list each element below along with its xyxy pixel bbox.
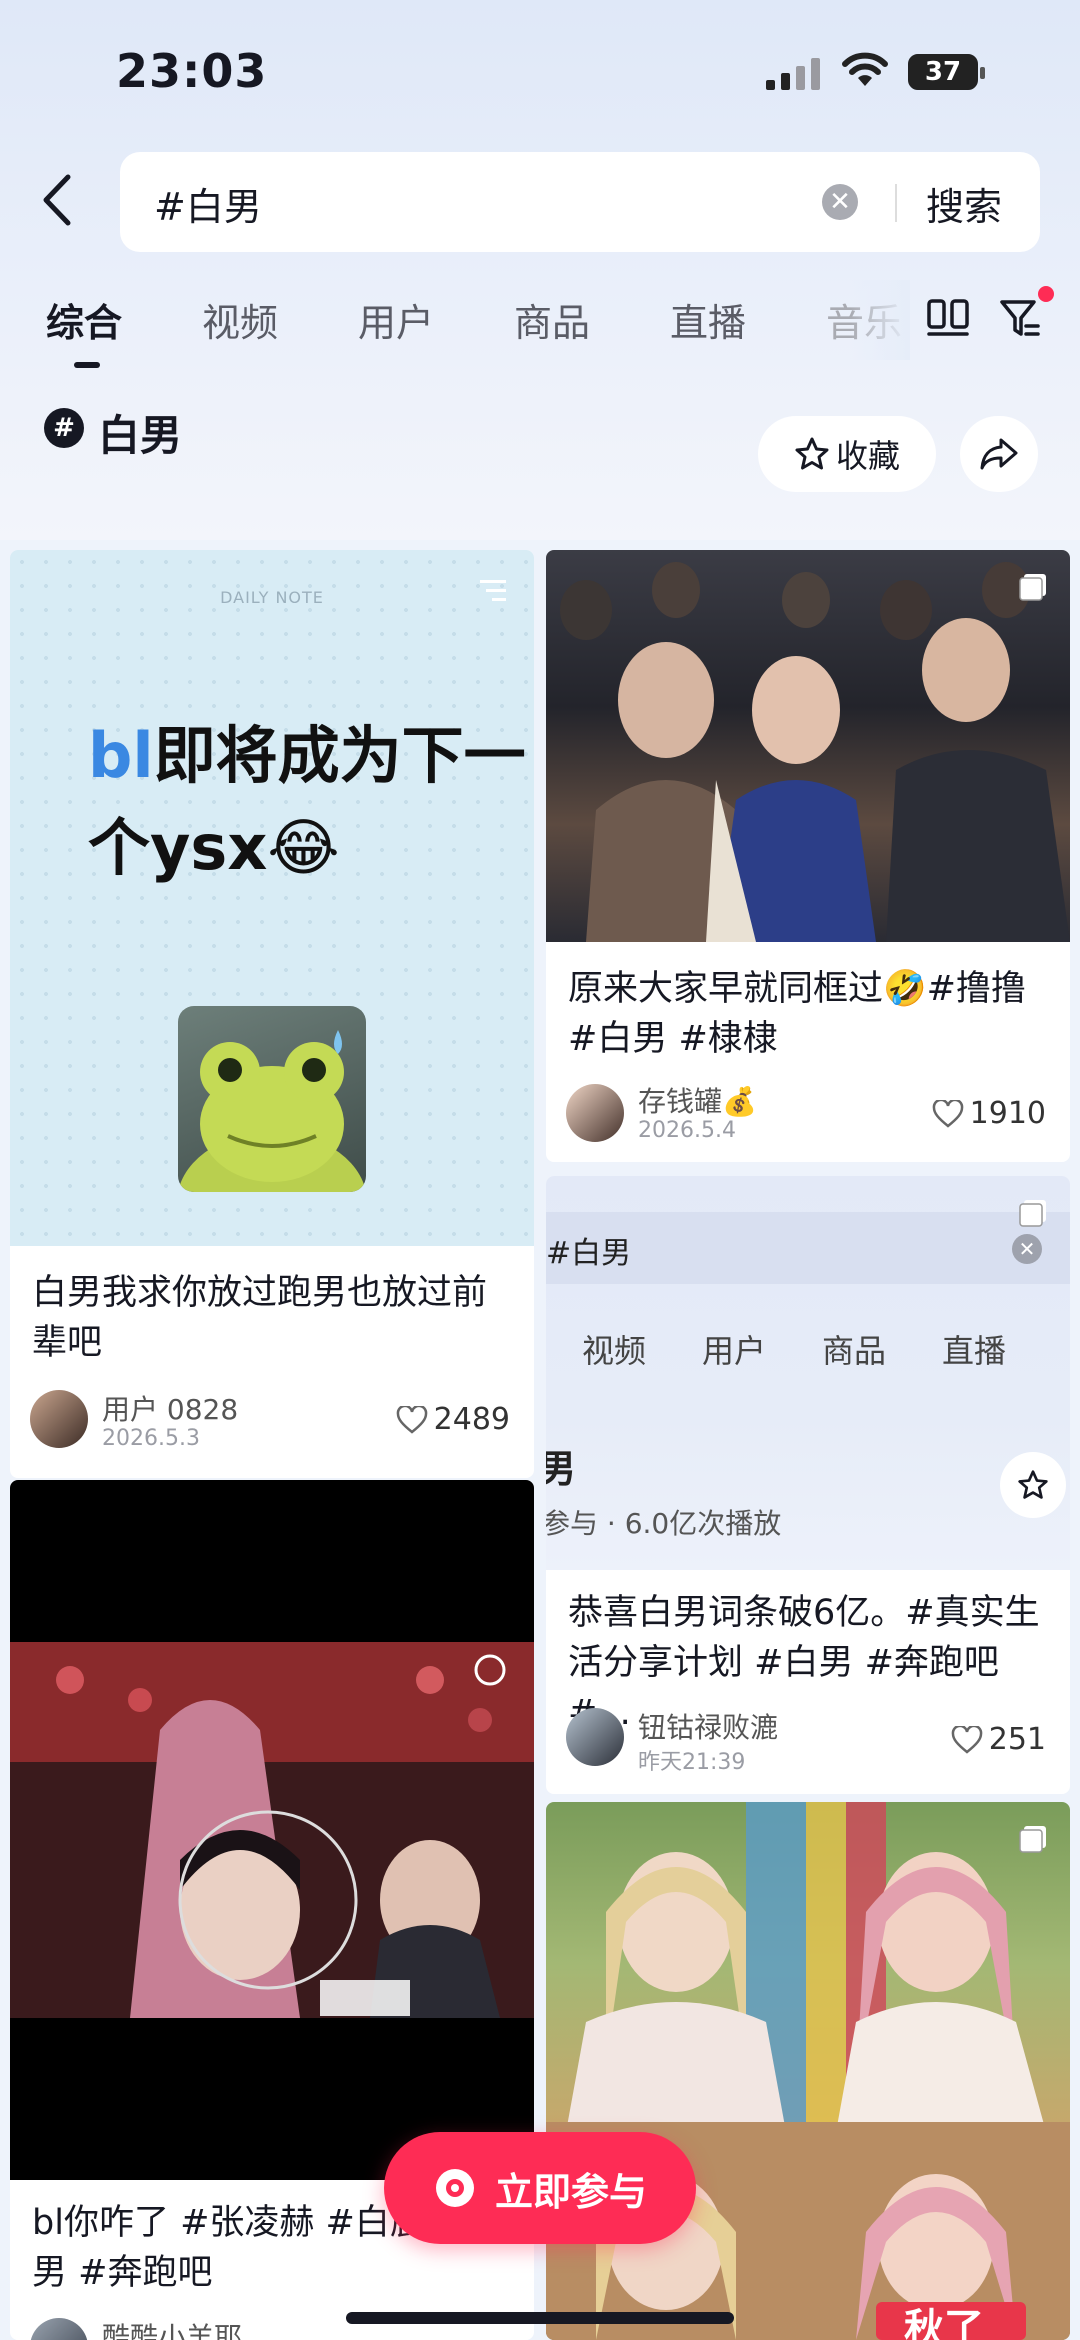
clear-search-button[interactable]: ✕	[822, 184, 858, 220]
join-now-button[interactable]: 立即参与	[384, 2132, 696, 2244]
share-icon	[980, 438, 1018, 470]
note-header: DAILY NOTE	[220, 588, 324, 607]
card-thumbnail	[10, 1480, 534, 2180]
thumb-tab: 商品	[822, 1332, 887, 1370]
thumb-tab: 用户	[702, 1332, 767, 1370]
like-count[interactable]: 1910	[932, 1096, 1046, 1131]
note-main-text: 即将成为下一个ysx😂	[88, 719, 526, 884]
thumb-clear-icon: ✕	[1012, 1234, 1042, 1264]
frog-image	[178, 1006, 366, 1192]
star-icon	[795, 437, 829, 470]
avatar[interactable]	[566, 1084, 624, 1142]
card-thumbnail	[546, 550, 1070, 942]
tab-video[interactable]: 视频	[202, 292, 278, 347]
home-indicator	[346, 2312, 734, 2324]
like-count-value: 251	[988, 1722, 1046, 1757]
tab-users[interactable]: 用户	[358, 292, 434, 347]
close-icon: ✕	[829, 187, 851, 217]
tab-all[interactable]: 综合	[46, 292, 122, 347]
note-big-text: bl即将成为下一个ysx😂	[88, 710, 534, 894]
multi-image-icon	[1019, 1200, 1046, 1227]
note-accent-text: bl	[88, 719, 154, 792]
thumb-search-text: #白男	[546, 1236, 632, 1271]
thumb-stats: 参与 · 6.0亿次播放	[546, 1507, 782, 1540]
heart-icon	[932, 1099, 963, 1128]
cellular-signal-icon	[766, 58, 820, 90]
filter-notification-dot	[1038, 286, 1054, 302]
card-author[interactable]: 存钱罐💰	[638, 1080, 757, 1120]
card-thumbnail: DAILY NOTE bl即将成为下一个ysx😂	[10, 550, 534, 1246]
like-count-value: 2489	[433, 1402, 510, 1437]
like-count[interactable]: 2489	[396, 1402, 510, 1437]
layout-toggle-icon[interactable]	[926, 298, 970, 338]
search-input[interactable]: #白男 ✕ 搜索	[120, 152, 1040, 252]
filter-icon[interactable]	[998, 296, 1042, 340]
thumb-tab: 视频	[582, 1332, 647, 1370]
heart-icon	[396, 1405, 427, 1434]
thumb-star-button	[1000, 1452, 1066, 1518]
feed-card[interactable]: #白男 ✕ 视频 用户 商品 直播 男 参与 · 6.0亿次播放 恭喜白男词条破…	[546, 1176, 1070, 1794]
card-date: 2026.5.4	[638, 1118, 736, 1143]
thumb-tab: 直播	[942, 1332, 1007, 1370]
tabs-fade	[850, 280, 910, 360]
camera-icon	[435, 2169, 474, 2207]
like-count[interactable]: 251	[951, 1722, 1046, 1757]
feed-card[interactable]: 原来大家早就同框过🤣#撸撸 #白男 #棣棣 存钱罐💰 2026.5.4 1910	[546, 550, 1070, 1162]
chevron-left-icon	[43, 174, 71, 226]
card-title: 白男我求你放过跑男也放过前辈吧	[32, 1273, 488, 1363]
search-query-text[interactable]: #白男	[154, 176, 262, 231]
card-thumbnail: 秋了	[546, 1802, 1070, 2340]
collect-label: 收藏	[835, 437, 900, 475]
back-button[interactable]	[30, 170, 82, 230]
thumb-caption: 秋了	[904, 2306, 984, 2340]
topic-title: 白男	[98, 411, 183, 460]
card-thumbnail: #白男 ✕ 视频 用户 商品 直播 男 参与 · 6.0亿次播放	[546, 1176, 1070, 1570]
card-author[interactable]: 钮钴禄败漉	[638, 1706, 778, 1746]
like-count-value: 1910	[969, 1096, 1046, 1131]
tab-live[interactable]: 直播	[670, 292, 746, 347]
thumb-topic-title: 男	[546, 1447, 577, 1491]
tab-products[interactable]: 商品	[514, 292, 590, 347]
search-divider	[895, 184, 897, 222]
search-tabs: 综合 视频 用户 商品 直播 音乐	[0, 292, 1080, 372]
card-author[interactable]: 用户 0828	[102, 1388, 238, 1428]
card-date: 昨天21:39	[638, 1750, 746, 1775]
star-icon	[1018, 1470, 1048, 1499]
heart-icon	[951, 1725, 982, 1754]
search-submit-button[interactable]: 搜索	[926, 176, 1002, 231]
card-title: 原来大家早就同框过🤣#撸撸 #白男 #棣棣	[568, 969, 1026, 1059]
active-tab-indicator	[74, 362, 100, 368]
feed-card[interactable]: DAILY NOTE bl即将成为下一个ysx😂 白男我求你放过跑男也放过前辈吧…	[10, 550, 534, 1478]
card-date: 2026.5.3	[102, 1426, 200, 1451]
multi-image-icon	[1019, 1826, 1046, 1853]
avatar[interactable]	[566, 1708, 624, 1766]
collect-button[interactable]: 收藏	[758, 416, 936, 492]
avatar[interactable]	[30, 1390, 88, 1448]
feed-card[interactable]: 秋了	[546, 1802, 1070, 2340]
hashtag-icon: #	[44, 408, 84, 448]
join-now-label: 立即参与	[494, 2169, 647, 2214]
avatar[interactable]	[30, 2318, 88, 2340]
battery-indicator: 37	[908, 54, 985, 90]
share-button[interactable]	[960, 416, 1038, 492]
status-time: 23:03	[116, 44, 268, 98]
menu-lines-icon	[480, 580, 506, 601]
multi-image-icon	[1019, 574, 1046, 601]
card-author[interactable]: 酷酷小羊耶	[102, 2316, 242, 2340]
wifi-icon	[842, 52, 888, 86]
